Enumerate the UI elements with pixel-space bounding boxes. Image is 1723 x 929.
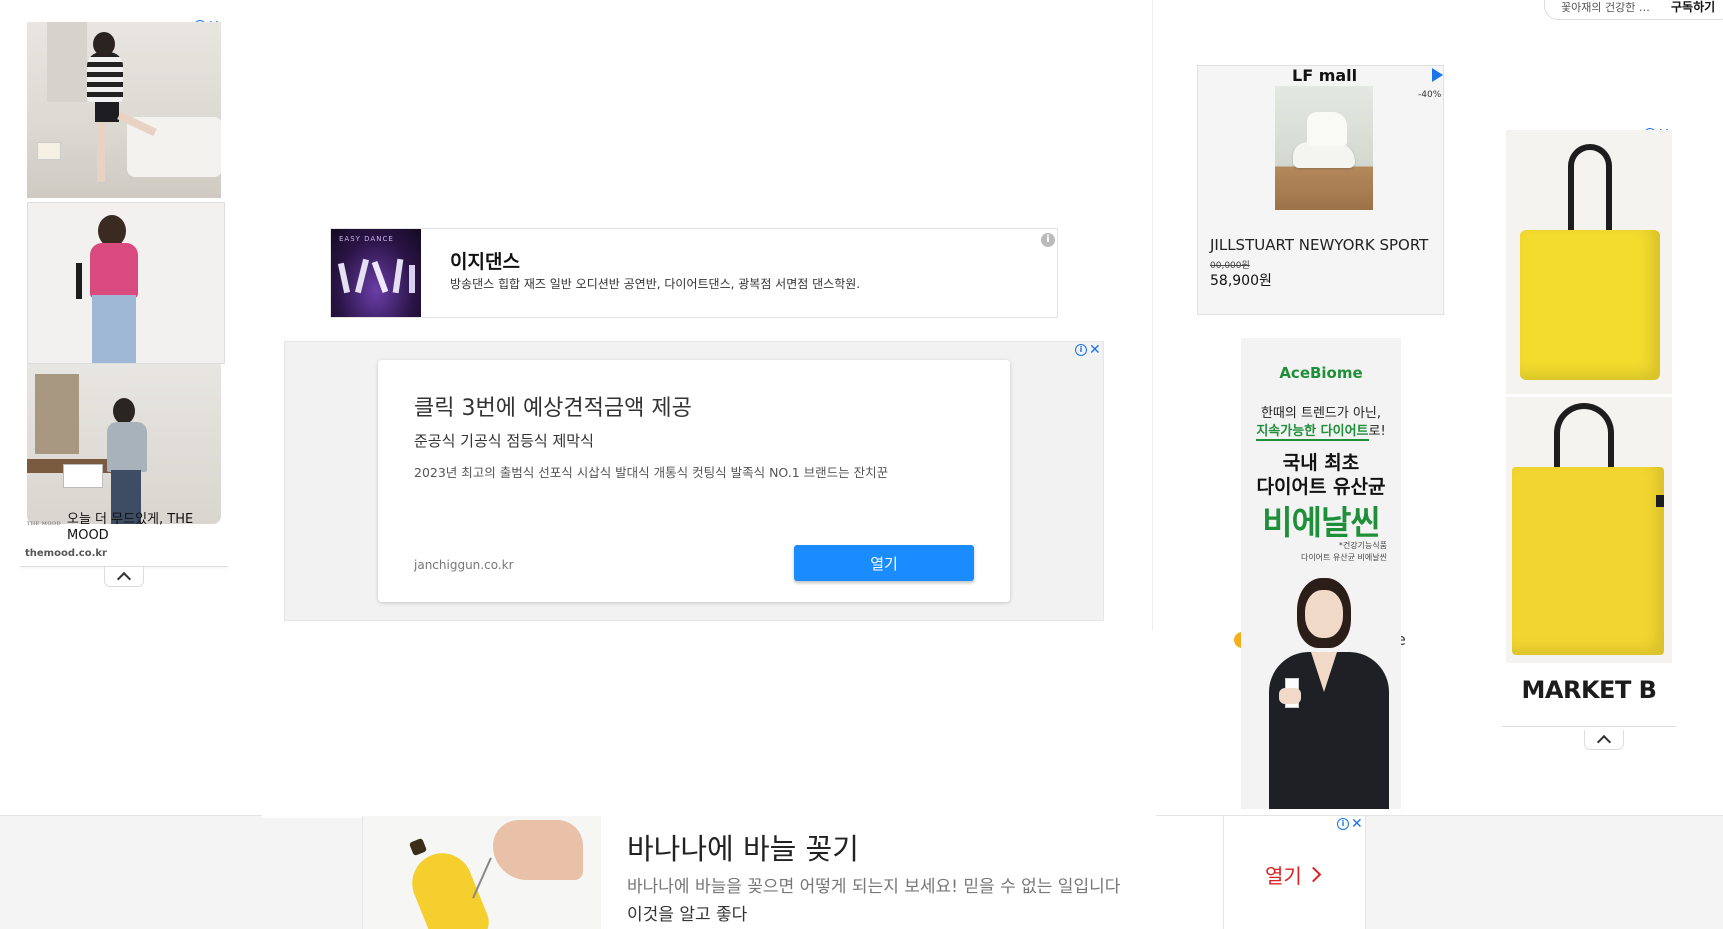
banana-open-button[interactable]: 열기 bbox=[1265, 860, 1322, 889]
product-image[interactable] bbox=[1275, 86, 1373, 210]
product-image-2[interactable] bbox=[1506, 397, 1672, 663]
model-photo[interactable] bbox=[1259, 570, 1401, 809]
themood-logo[interactable]: THE MOOD bbox=[26, 521, 62, 527]
ad-domain[interactable]: janchiggun.co.kr bbox=[414, 558, 514, 572]
tagline-1: 한때의 트렌드가 아닌, bbox=[1260, 406, 1382, 421]
ad-photo-3[interactable] bbox=[27, 364, 221, 524]
product-name[interactable]: JILLSTUART NEWYORK SPORT bbox=[1210, 236, 1428, 254]
price[interactable]: 58,900원 bbox=[1210, 270, 1272, 290]
content-divider bbox=[1152, 0, 1153, 630]
ad-photo-2[interactable] bbox=[27, 202, 225, 364]
ad-domain[interactable]: themood.co.kr bbox=[25, 548, 107, 559]
tagline-2: 지속가능한 다이어트로! bbox=[1241, 420, 1401, 441]
info-icon[interactable]: i bbox=[1075, 344, 1087, 356]
tagline-highlight: 지속가능한 다이어트 bbox=[1256, 424, 1369, 441]
product-name[interactable]: 비에날씬 bbox=[1241, 496, 1401, 544]
chevron-up-icon bbox=[116, 571, 132, 587]
note-1: *건강기능식품 bbox=[1338, 541, 1387, 550]
chevron-right-icon bbox=[1305, 866, 1322, 883]
close-icon[interactable]: ✕ bbox=[1351, 817, 1363, 831]
subscribe-button[interactable]: 구독하기 bbox=[1671, 0, 1715, 15]
ad-photo-1[interactable] bbox=[27, 22, 221, 198]
marketb-logo[interactable]: MARKET B bbox=[1506, 676, 1672, 704]
play-icon[interactable] bbox=[1432, 68, 1443, 82]
info-icon[interactable]: i bbox=[1041, 233, 1055, 247]
ad-subheadline[interactable]: 준공식 기공식 점등식 제막식 bbox=[414, 430, 594, 451]
banana-cta-divider bbox=[1223, 816, 1224, 929]
dance-title[interactable]: 이지댄스 bbox=[450, 247, 520, 274]
ad-themood[interactable]: i✕ THE MOOD 오늘 더 무드있게, THE MOOD themood.… bbox=[20, 19, 228, 620]
tagline-suffix: 로! bbox=[1368, 424, 1386, 439]
blog-name[interactable]: 꽃아재의 건강한 … bbox=[1561, 0, 1650, 15]
ad-marketb[interactable]: i✕ MARKET B bbox=[1502, 127, 1676, 727]
adchoices[interactable]: i✕ bbox=[1337, 817, 1363, 831]
banana-line-1[interactable]: 바나나에 바늘을 꽂으면 어떻게 되는지 보세요! 믿을 수 없는 일입니다 bbox=[627, 872, 1120, 897]
ad-card[interactable]: 클릭 3번에 예상견적금액 제공 준공식 기공식 점등식 제막식 2023년 최… bbox=[378, 360, 1010, 602]
close-icon[interactable]: ✕ bbox=[1089, 343, 1101, 357]
acebiome-brand[interactable]: AceBiome bbox=[1241, 364, 1401, 382]
ad-title[interactable]: 오늘 더 무드있게, THE MOOD bbox=[67, 512, 217, 544]
ad-lfmall[interactable]: LF mall -40% JILLSTUART NEWYORK SPORT 00… bbox=[1197, 65, 1444, 315]
subscribe-bar: 꽃아재의 건강한 … 구독하기 bbox=[1544, 0, 1723, 20]
dance-thumbnail-text: EASY DANCE bbox=[339, 235, 394, 243]
headline-1: 국내 최초 bbox=[1282, 452, 1360, 474]
adchoices[interactable]: i✕ bbox=[1075, 343, 1101, 357]
dance-description[interactable]: 방송댄스 힙합 재즈 일반 오디션반 공연반, 다이어트댄스, 광복점 서면점 … bbox=[450, 275, 860, 292]
collapse-button-left[interactable] bbox=[104, 567, 144, 587]
banana-open-label: 열기 bbox=[1265, 864, 1302, 888]
lfmall-logo[interactable]: LF mall bbox=[1292, 66, 1357, 85]
note-2: 다이어트 유산균 비에날씬 bbox=[1300, 553, 1387, 562]
discount-badge: -40% bbox=[1418, 90, 1442, 100]
info-icon[interactable]: i bbox=[1337, 818, 1349, 830]
banana-line-2[interactable]: 이것을 알고 좋다 bbox=[627, 900, 747, 925]
ad-janchiggun[interactable]: i ✕ 클릭 3번에 예상견적금액 제공 준공식 기공식 점등식 제막식 2023… bbox=[284, 341, 1104, 621]
collapse-button-right[interactable] bbox=[1584, 730, 1624, 750]
ad-headline[interactable]: 클릭 3번에 예상견적금액 제공 bbox=[414, 390, 692, 422]
dance-thumbnail[interactable]: EASY DANCE bbox=[331, 229, 421, 317]
product-image-1[interactable] bbox=[1506, 130, 1672, 394]
ad-description[interactable]: 2023년 최고의 출범식 선포식 시삽식 발대식 개통식 컷팅식 발족식 NO… bbox=[414, 462, 888, 481]
ad-easydance[interactable]: EASY DANCE 이지댄스 방송댄스 힙합 재즈 일반 오디션반 공연반, … bbox=[330, 228, 1058, 318]
headline-2: 다이어트 유산균 bbox=[1256, 476, 1386, 498]
ad-banana[interactable]: 바나나에 바늘 꽂기 바나나에 바늘을 꽂으면 어떻게 되는지 보세요! 믿을 … bbox=[362, 816, 1366, 929]
open-button[interactable]: 열기 bbox=[794, 545, 974, 581]
banana-image[interactable] bbox=[363, 816, 601, 929]
ad-bottom-rule bbox=[1502, 726, 1676, 727]
chevron-up-icon bbox=[1596, 734, 1612, 750]
ad-acebiome[interactable]: AceBiome 한때의 트렌드가 아닌, 지속가능한 다이어트로! 국내 최초… bbox=[1241, 338, 1401, 809]
banana-title[interactable]: 바나나에 바늘 꽂기 bbox=[627, 826, 859, 868]
